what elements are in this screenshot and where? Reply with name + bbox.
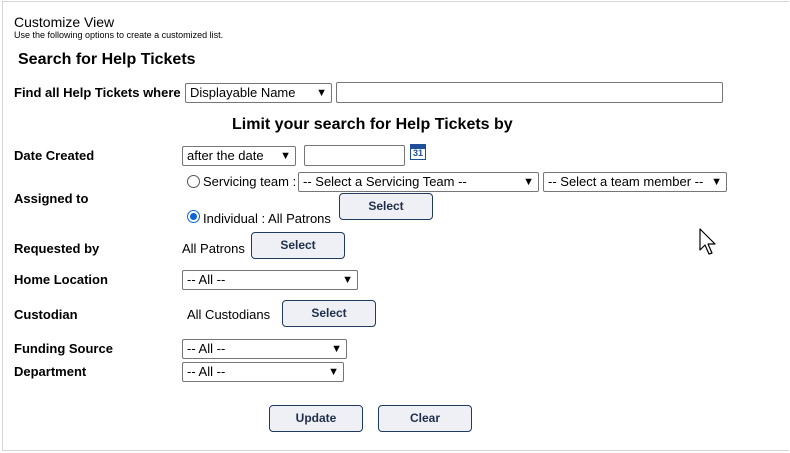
department-select[interactable]: -- All -- ▼ [182, 362, 344, 382]
find-label: Find all Help Tickets where [14, 85, 181, 100]
date-input[interactable] [304, 145, 405, 166]
individual-radio[interactable] [187, 210, 200, 223]
requested-by-value: All Patrons [182, 241, 245, 256]
team-member-select[interactable]: -- Select a team member -- ▼ [543, 172, 727, 192]
update-button[interactable]: Update [269, 405, 363, 432]
funding-source-select-value: -- All -- [187, 341, 226, 356]
date-created-label: Date Created [14, 148, 95, 163]
assigned-select-button[interactable]: Select [339, 193, 433, 220]
chevron-down-icon: ▼ [523, 176, 534, 188]
servicing-team-label: Servicing team : [203, 174, 297, 189]
individual-label: Individual : All Patrons [203, 211, 331, 226]
chevron-down-icon: ▼ [342, 274, 353, 286]
home-location-label: Home Location [14, 272, 108, 287]
chevron-down-icon: ▼ [316, 87, 327, 99]
department-label: Department [14, 364, 87, 379]
funding-source-select[interactable]: -- All -- ▼ [182, 339, 347, 359]
find-value-input[interactable] [336, 82, 723, 103]
date-operator-value: after the date [187, 148, 264, 163]
team-member-select-value: -- Select a team member -- [548, 174, 704, 189]
find-field-select[interactable]: Displayable Name ▼ [185, 83, 332, 103]
servicing-team-radio[interactable] [187, 175, 200, 188]
requested-by-label: Requested by [14, 241, 100, 256]
servicing-team-select-value: -- Select a Servicing Team -- [303, 174, 467, 189]
custodian-value: All Custodians [187, 307, 271, 322]
limit-heading: Limit your search for Help Tickets by [232, 116, 513, 133]
find-field-select-value: Displayable Name [190, 85, 296, 100]
page-title: Customize View [14, 14, 115, 30]
home-location-select[interactable]: -- All -- ▼ [182, 270, 358, 290]
chevron-down-icon: ▼ [280, 150, 291, 162]
page-subtitle: Use the following options to create a cu… [14, 30, 224, 40]
calendar-icon-day: 31 [412, 148, 423, 158]
servicing-team-select[interactable]: -- Select a Servicing Team -- ▼ [298, 172, 539, 192]
custodian-label: Custodian [14, 307, 78, 322]
mouse-pointer-icon [699, 228, 716, 255]
search-heading: Search for Help Tickets [18, 51, 196, 68]
custodian-select-button[interactable]: Select [282, 300, 376, 327]
chevron-down-icon: ▼ [711, 176, 722, 188]
date-operator-select[interactable]: after the date ▼ [182, 146, 296, 166]
assigned-to-label: Assigned to [14, 191, 89, 206]
chevron-down-icon: ▼ [328, 366, 339, 378]
funding-source-label: Funding Source [14, 341, 113, 356]
calendar-icon[interactable]: 31 [410, 144, 426, 160]
chevron-down-icon: ▼ [331, 343, 342, 355]
clear-button[interactable]: Clear [378, 405, 472, 432]
requested-select-button[interactable]: Select [251, 232, 345, 259]
home-location-select-value: -- All -- [187, 272, 226, 287]
department-select-value: -- All -- [187, 364, 226, 379]
